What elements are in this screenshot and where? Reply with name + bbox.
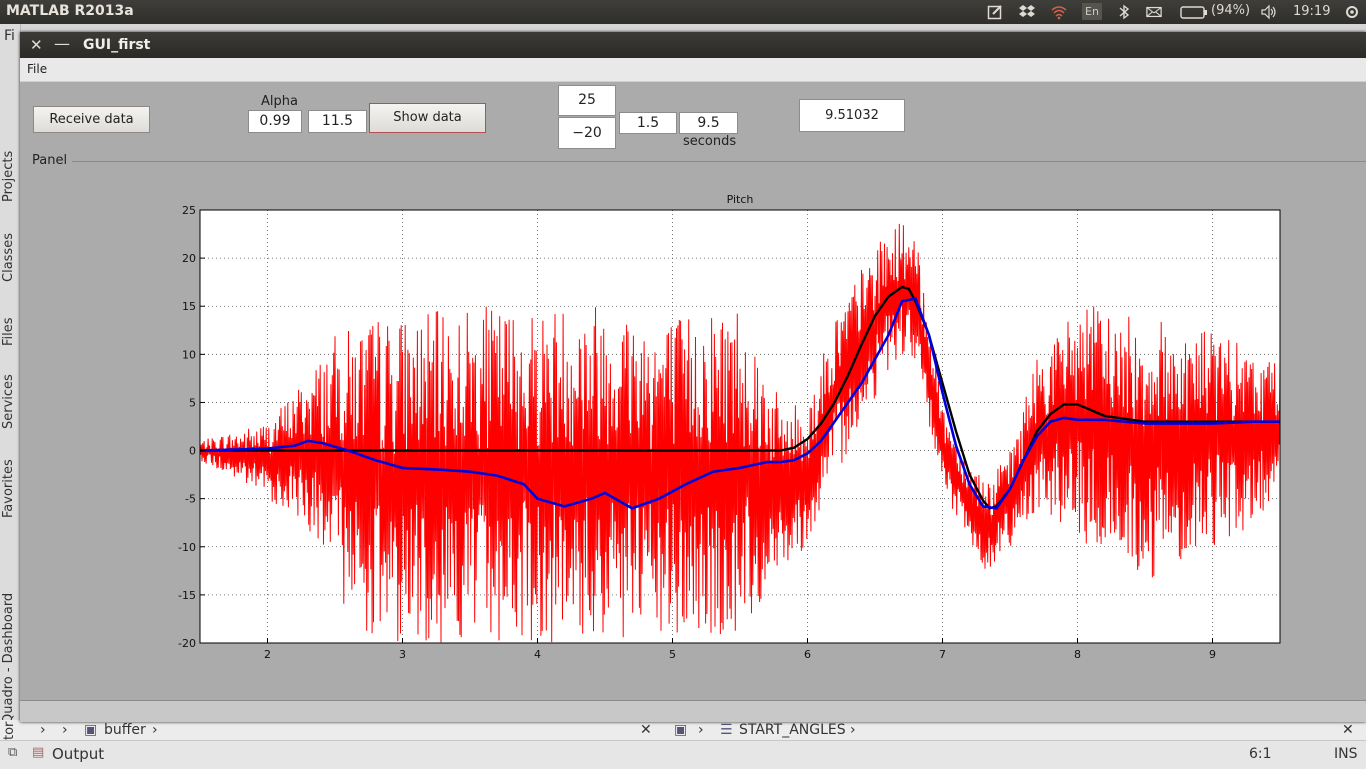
ide-bottom-area: tor › › ▣ buffer › ✕ ▣ › ☰ START_ANGLES … — [0, 720, 1366, 769]
close-icon[interactable]: ✕ — [30, 36, 43, 54]
ide-top-label: Fi — [4, 28, 15, 44]
menu-bar: File — [20, 58, 1366, 82]
close-tab-icon[interactable]: ✕ — [640, 720, 652, 740]
window-titlebar: ✕ — GUI_first — [20, 32, 1366, 58]
time-end-field[interactable]: 9.5 — [679, 112, 738, 134]
bluetooth-icon[interactable] — [1116, 4, 1132, 20]
dropbox-icon[interactable] — [1019, 4, 1035, 20]
breadcrumb-chevron-icon: › — [850, 722, 856, 738]
x-tick-label: 4 — [534, 648, 541, 661]
show-data-button[interactable]: Show data — [369, 103, 486, 133]
status-bar: ⧉ ▤ Output 6:1 INS — [0, 740, 1366, 769]
chart-title: Pitch — [727, 193, 754, 206]
y-tick-label: -5 — [185, 493, 196, 506]
side-tab-tor[interactable]: tor — [2, 722, 17, 740]
x-tick-label: 8 — [1074, 648, 1081, 661]
gear-icon[interactable] — [1344, 4, 1360, 20]
edit-icon[interactable] — [987, 4, 1003, 20]
list-icon: ☰ — [720, 722, 733, 738]
side-tab-projects[interactable]: Projects — [1, 151, 16, 202]
system-top-bar: MATLAB R2013a En (94%) 19:19 — [0, 0, 1366, 24]
x-tick-label: 2 — [264, 648, 271, 661]
volume-icon[interactable] — [1261, 4, 1277, 20]
side-tab-quadro-dashboard[interactable]: Quadro - Dashboard — [1, 593, 16, 724]
window-title: GUI_first — [83, 37, 151, 53]
y-tick-label: 25 — [182, 204, 196, 217]
gui-window: ✕ — GUI_first File Receive data Alpha 0.… — [20, 32, 1366, 722]
restore-icon[interactable]: ⧉ — [8, 745, 17, 760]
output-icon: ▤ — [32, 745, 45, 760]
window-bottom-strip — [20, 701, 1366, 722]
result-field[interactable]: 9.51032 — [799, 99, 905, 132]
file-icon: ▣ — [674, 722, 688, 738]
side-tab-services[interactable]: Services — [1, 374, 16, 429]
cursor-position: 6:1 — [1249, 746, 1272, 762]
x-tick-label: 3 — [399, 648, 406, 661]
x-tick-label: 6 — [804, 648, 811, 661]
alpha-label: Alpha — [261, 94, 298, 109]
app-title: MATLAB R2013a — [6, 3, 134, 19]
wifi-icon[interactable] — [1051, 4, 1067, 20]
breadcrumb-chevron-icon: › — [698, 722, 704, 738]
battery-icon[interactable] — [1180, 4, 1208, 20]
y-tick-label: 10 — [182, 348, 196, 361]
mail-icon[interactable] — [1146, 4, 1162, 20]
editor-tab-buffer[interactable]: buffer — [104, 720, 146, 740]
close-tab-icon[interactable]: ✕ — [1342, 720, 1354, 740]
seconds-label: seconds — [683, 134, 737, 149]
output-tab[interactable]: Output — [52, 745, 104, 763]
clock[interactable]: 19:19 — [1293, 4, 1330, 19]
breadcrumb-chevron-icon: › — [152, 722, 158, 738]
editor-tab-start-angles[interactable]: START_ANGLES — [739, 720, 846, 740]
second-parameter-field[interactable]: 11.5 — [308, 110, 367, 133]
y-tick-label: 15 — [182, 300, 196, 313]
minimize-icon[interactable]: — — [54, 34, 70, 53]
battery-percent: (94%) — [1211, 3, 1251, 18]
editor-tab-strip: tor › › ▣ buffer › ✕ ▣ › ☰ START_ANGLES … — [0, 720, 1366, 741]
y-tick-label: -15 — [178, 589, 196, 602]
y-tick-label: 20 — [182, 252, 196, 265]
y-max-field[interactable]: 25 — [558, 85, 616, 116]
time-start-field[interactable]: 1.5 — [619, 112, 677, 134]
y-min-field[interactable]: −20 — [558, 117, 616, 149]
x-tick-label: 9 — [1209, 648, 1216, 661]
side-tab-files[interactable]: Files — [1, 317, 16, 346]
pitch-chart: 2 3 4 5 6 7 8 9 25 20 15 10 5 0 -5 -10 -15 -20 Pitch — [178, 193, 1281, 661]
breadcrumb-chevron-icon: › — [40, 722, 46, 738]
x-tick-label: 7 — [939, 648, 946, 661]
y-tick-label: -20 — [178, 637, 196, 650]
menu-file[interactable]: File — [27, 62, 47, 76]
side-tab-favorites[interactable]: Favorites — [1, 459, 16, 518]
side-tab-classes[interactable]: Classes — [1, 233, 16, 282]
ide-side-panel: Fi Projects Classes Files Services Favor… — [0, 24, 21, 724]
y-tick-label: -10 — [178, 541, 196, 554]
y-tick-label: 0 — [189, 445, 196, 458]
alpha-field[interactable]: 0.99 — [248, 110, 302, 133]
y-tick-label: 5 — [189, 396, 196, 409]
receive-data-button[interactable]: Receive data — [33, 106, 150, 133]
insert-mode: INS — [1334, 746, 1358, 762]
breadcrumb-chevron-icon: › — [62, 722, 68, 738]
file-icon: ▣ — [84, 722, 98, 738]
x-tick-label: 5 — [669, 648, 676, 661]
keyboard-layout-indicator[interactable]: En — [1082, 3, 1102, 20]
